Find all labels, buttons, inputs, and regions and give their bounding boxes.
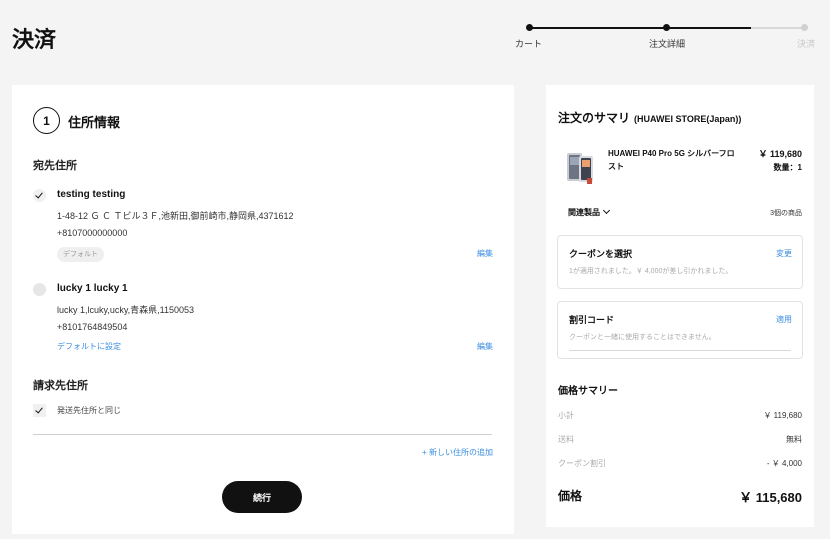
divider <box>33 434 492 435</box>
set-default-link[interactable]: デフォルトに設定 <box>57 341 121 352</box>
edit-address-link[interactable]: 編集 <box>477 341 493 352</box>
apply-discount-link[interactable]: 適用 <box>776 314 792 325</box>
address-radio-selected[interactable] <box>33 189 46 202</box>
section-title: 住所情報 <box>68 115 121 130</box>
coupon-note: 1が適用されました。￥ 4,000が差し引かれました。 <box>569 268 733 275</box>
total-label: 価格 <box>558 489 583 503</box>
subtotal-label: 小計 <box>558 411 574 420</box>
checkout-progress: カート 注文詳細 決済 <box>515 20 815 50</box>
discount-code-box: 割引コード 適用 クーポンと一緒に使用することはできません。 <box>557 301 803 359</box>
discount-code-note: クーポンと一緒に使用することはできません。 <box>569 334 716 341</box>
store-name: (HUAWEI STORE(Japan)) <box>634 114 742 124</box>
shipping-address-title: 宛先住所 <box>33 160 77 172</box>
address-phone: +8107000000000 <box>57 228 128 238</box>
coupon-discount-label: クーポン割引 <box>558 459 606 468</box>
default-badge: デフォルト <box>57 247 104 262</box>
shipping-label: 送料 <box>558 435 574 444</box>
summary-title-text: 注文のサマリ <box>558 111 631 125</box>
progress-line-complete <box>529 27 751 29</box>
step-label-payment: 決済 <box>797 39 816 49</box>
step-label-order-details: 注文詳細 <box>649 39 686 49</box>
step-label-cart: カート <box>515 39 543 49</box>
address-text: 1-48-12 Ｇ Ｃ Ｔビル３Ｆ,池新田,御前崎市,静岡県,4371612 <box>57 211 294 221</box>
add-address-link[interactable]: + 新しい住所の追加 <box>422 447 493 458</box>
related-products-label: 関連製品 <box>568 208 600 217</box>
address-phone: +8101764849504 <box>57 322 128 332</box>
change-coupon-link[interactable]: 変更 <box>776 248 792 259</box>
coupon-discount-value: - ￥ 4,000 <box>766 459 802 468</box>
shipping-value: 無料 <box>786 435 802 444</box>
product-price: ￥ 119,680 <box>758 149 802 159</box>
order-summary-card: 注文のサマリ (HUAWEI STORE(Japan)) HUAWEI P40 P… <box>546 85 814 527</box>
discount-code-input[interactable] <box>569 350 791 351</box>
step-dot-payment <box>801 24 808 31</box>
edit-address-link[interactable]: 編集 <box>477 248 493 259</box>
related-products-count: 3個の商品 <box>770 210 802 217</box>
coupon-title: クーポンを選択 <box>569 249 633 259</box>
chevron-down-icon <box>602 206 611 215</box>
summary-title: 注文のサマリ (HUAWEI STORE(Japan)) <box>558 109 741 126</box>
product-name: HUAWEI P40 Pro 5G シルバーフロスト <box>608 149 735 171</box>
address-radio-unselected[interactable] <box>33 283 46 296</box>
address-card: 1 住所情報 宛先住所 testing testing 1-48-12 Ｇ Ｃ … <box>12 85 514 534</box>
coupon-box: クーポンを選択 変更 1が適用されました。￥ 4,000が差し引かれました。 <box>557 235 803 289</box>
billing-address-title: 請求先住所 <box>33 380 88 392</box>
page-title: 決済 <box>12 27 57 52</box>
step-dot-order-details <box>663 24 670 31</box>
subtotal-value: ￥ 119,680 <box>763 411 802 420</box>
same-as-shipping-label: 発送先住所と同じ <box>57 406 121 415</box>
step-dot-cart <box>526 24 533 31</box>
continue-button[interactable]: 続行 <box>222 481 302 513</box>
product-quantity: 数量：1 <box>773 163 802 172</box>
address-name: testing testing <box>57 189 126 200</box>
section-step-number: 1 <box>33 107 60 134</box>
product-image <box>567 153 593 184</box>
related-products-toggle[interactable]: 関連製品 <box>568 206 611 218</box>
same-as-shipping-checkbox[interactable] <box>33 404 46 417</box>
address-text: lucky 1,lcuky,ucky,青森県,1150053 <box>57 305 195 315</box>
address-name: lucky 1 lucky 1 <box>57 283 128 294</box>
total-value: ￥ 115,680 <box>739 490 802 505</box>
price-summary-title: 価格サマリー <box>558 386 618 397</box>
discount-code-title: 割引コード <box>569 315 615 325</box>
progress-line-remaining <box>751 27 805 29</box>
